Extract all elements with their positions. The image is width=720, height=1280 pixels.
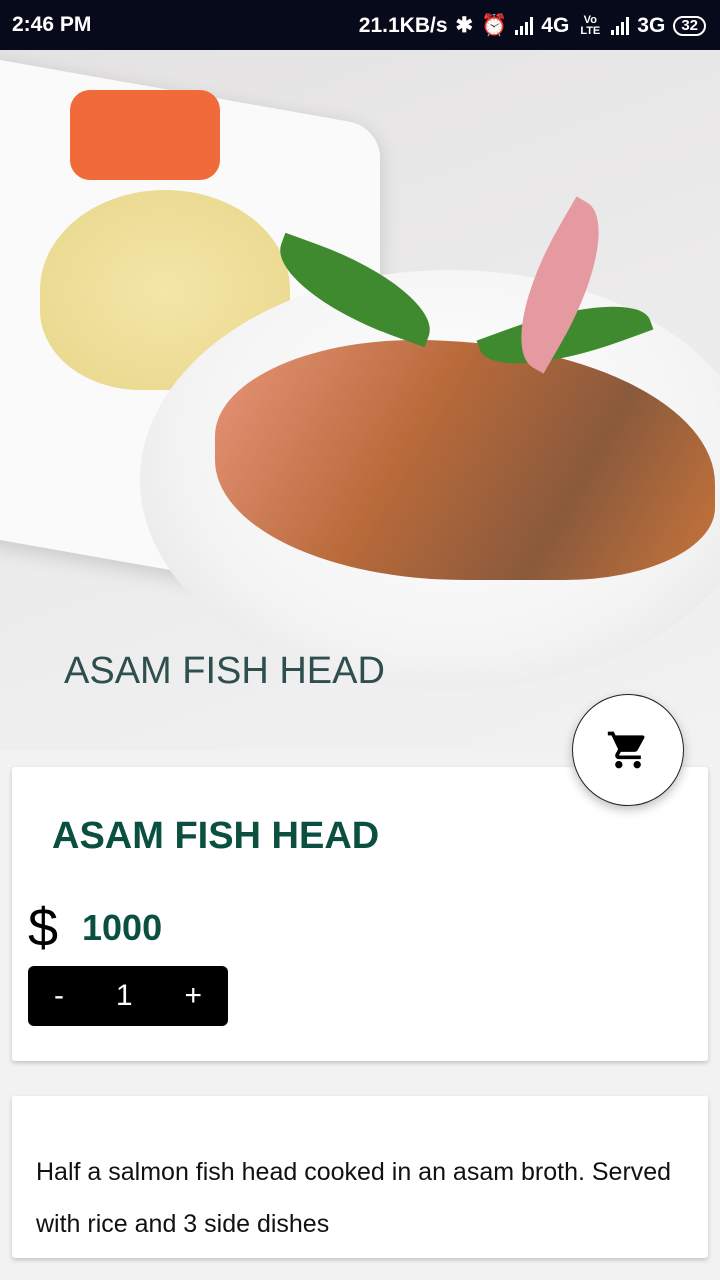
volte-icon: Vo LTE [580,13,601,37]
signal-icon-2 [611,16,630,35]
description-card: Half a salmon fish head cooked in an asa… [12,1096,708,1258]
network-type-1: 4G [541,13,570,37]
hero-image: ASAM FISH HEAD [0,50,720,750]
status-time: 2:46 PM [12,13,92,36]
status-bar: 2:46 PM 21.1KB/s ✱ ⏰ 4G Vo LTE 3G 32 [0,0,720,50]
decrease-button[interactable]: - [54,979,64,1013]
alarm-icon: ⏰ [481,13,508,37]
increase-button[interactable]: + [184,979,202,1013]
network-type-2: 3G [637,13,666,37]
quantity-stepper: - 1 + [28,966,228,1026]
currency-symbol: $ [28,898,59,958]
add-to-cart-button[interactable] [572,694,684,806]
cart-icon [607,731,645,769]
product-card: ASAM FISH HEAD $ 1000 - 1 + [12,767,708,1061]
carrot-shape [70,90,220,180]
bluetooth-icon: ✱ [455,14,474,37]
product-name: ASAM FISH HEAD [52,815,380,857]
product-price: 1000 [82,907,163,948]
net-speed: 21.1KB/s [358,13,448,37]
hero-title: ASAM FISH HEAD [64,650,385,692]
product-description: Half a salmon fish head cooked in an asa… [36,1158,672,1238]
quantity-value: 1 [115,979,133,1012]
signal-icon [515,16,534,35]
battery-icon: 32 [673,15,706,36]
